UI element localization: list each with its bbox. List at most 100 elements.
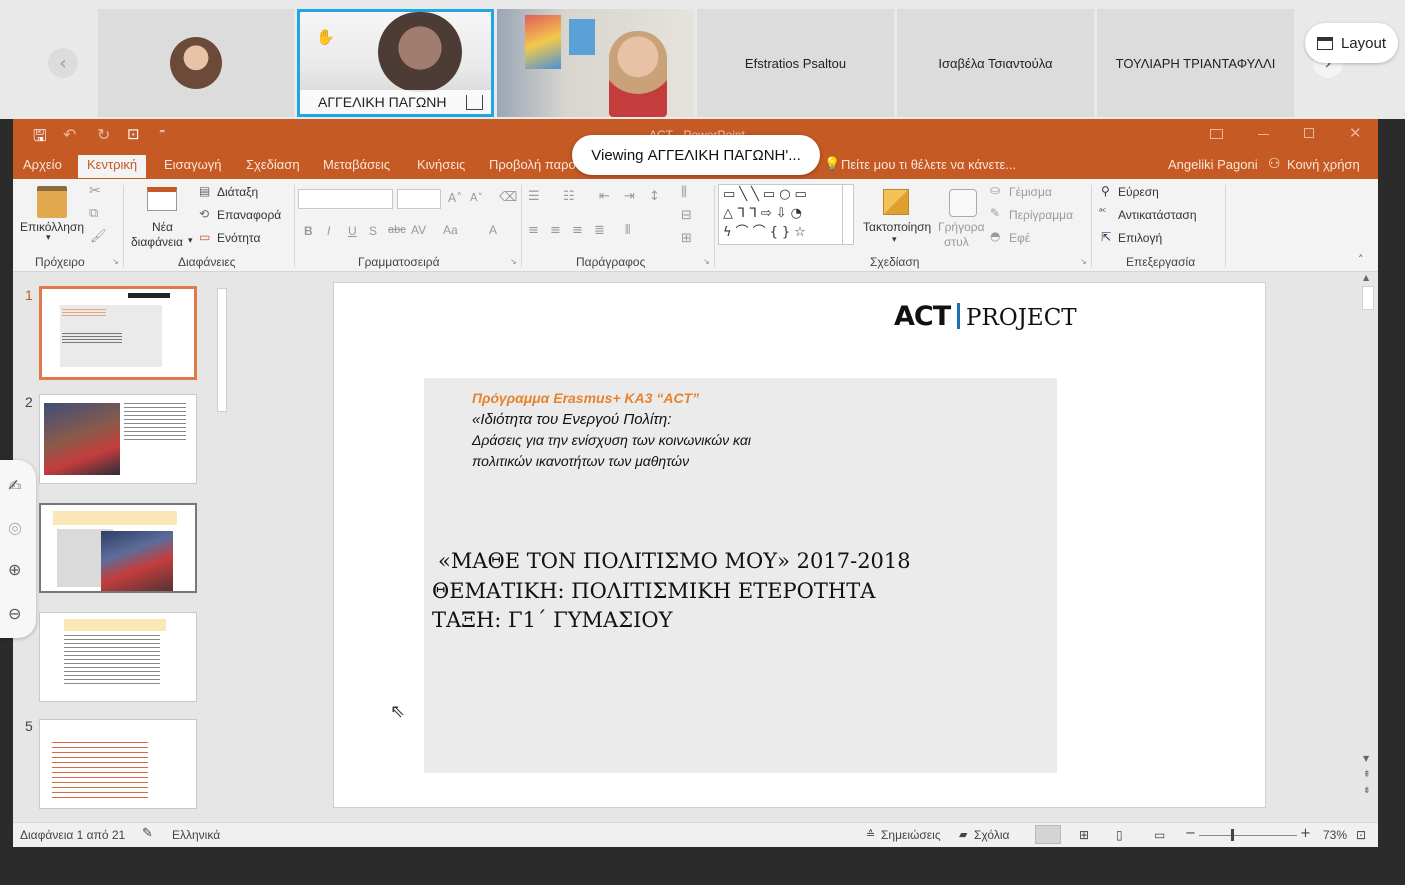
new-slide-icon[interactable] (147, 187, 177, 211)
annotate-icon[interactable]: ✍ (8, 476, 21, 495)
zoom-out-icon[interactable]: ⊖ (8, 604, 21, 623)
participant-tile-name[interactable]: Efstratios Psaltou (697, 9, 894, 117)
dialog-launcher-icon[interactable]: ↘ (510, 257, 517, 266)
redo-icon[interactable]: ↻ (97, 125, 110, 144)
zoom-slider[interactable] (1199, 829, 1297, 841)
slideshow-icon[interactable]: ▭ (1154, 828, 1165, 842)
paste-icon[interactable] (37, 186, 67, 218)
tab-insert[interactable]: Εισαγωγή (164, 157, 221, 172)
layout-button[interactable]: Διάταξη (217, 185, 258, 199)
share-icon[interactable] (466, 95, 483, 110)
participant-tile-active[interactable]: ✋ ΑΓΓΕΛΙΚΗ ΠΑΓΩΝΗ (297, 9, 494, 117)
chevron-down-icon[interactable]: ▾ (46, 233, 51, 243)
align-center-icon[interactable]: ≡ (550, 223, 561, 238)
underline-button[interactable]: U (348, 224, 357, 238)
font-size-input[interactable] (397, 189, 441, 209)
slide-thumbnail[interactable] (39, 719, 197, 809)
decrease-font-icon[interactable]: A˅ (470, 191, 483, 204)
tab-file[interactable]: Αρχείο (23, 157, 62, 172)
previous-slide-icon[interactable]: ⇞ (1363, 770, 1371, 780)
share-button[interactable]: Κοινή χρήση (1287, 157, 1360, 172)
shadow-button[interactable]: S (369, 224, 377, 238)
tab-home[interactable]: Κεντρική (78, 155, 147, 178)
chevron-down-icon[interactable]: ▾ (892, 235, 897, 245)
scroll-down-icon[interactable]: ▼ (1363, 754, 1369, 763)
shape-effects-button[interactable]: Εφέ (1009, 231, 1030, 245)
chevron-down-icon[interactable]: ▾ (188, 236, 193, 246)
font-color-button[interactable]: A (489, 223, 497, 237)
cut-icon[interactable]: ✂ (89, 183, 101, 199)
new-slide-label[interactable]: διαφάνεια (131, 235, 183, 249)
normal-view-icon[interactable] (1035, 825, 1061, 844)
zoom-level[interactable]: 73% (1323, 828, 1347, 842)
select-button[interactable]: Επιλογή (1118, 231, 1162, 245)
save-icon[interactable]: 🖫 (33, 125, 47, 152)
shapes-gallery[interactable]: ▭╲╲▭○▭ △ᒣᒣ⇨⇩◔ ϟ⌒⌒{}☆ (718, 184, 854, 245)
shapes-gallery-scroll[interactable] (842, 184, 854, 245)
next-slide-icon[interactable]: ⇟ (1363, 786, 1371, 796)
zoom-in-icon[interactable]: ⊕ (8, 560, 21, 579)
participant-tile-name[interactable]: Ισαβέλα Τσιαντούλα (897, 9, 1094, 117)
shape-outline-button[interactable]: Περίγραμμα (1009, 208, 1073, 222)
layout-button[interactable]: Layout (1305, 23, 1398, 63)
slide-content-box[interactable]: Πρόγραμμα Erasmus+ ΚΑ3 “ACT” «Ιδιότητα τ… (424, 378, 1057, 773)
numbering-icon[interactable]: ☷ (563, 189, 575, 204)
columns-icon[interactable]: ⫴ (625, 223, 630, 238)
scroll-thumb[interactable] (1362, 286, 1374, 310)
start-from-beginning-icon[interactable]: ⊡ (127, 125, 140, 143)
text-direction-icon[interactable]: ⫼ (681, 185, 687, 200)
thumbnails-scrollbar[interactable] (214, 272, 230, 822)
participant-tile-video[interactable] (497, 9, 694, 117)
line-spacing-icon[interactable]: ↕ (649, 189, 660, 204)
reset-button[interactable]: Επαναφορά (217, 208, 281, 222)
collapse-ribbon-icon[interactable]: ˄ (1358, 253, 1364, 266)
justify-icon[interactable]: ≣ (594, 223, 605, 238)
user-name[interactable]: Angeliki Pagoni (1168, 157, 1258, 172)
current-slide[interactable]: ACT PROJECT Πρόγραμμα Erasmus+ ΚΑ3 “ACT”… (333, 282, 1266, 808)
new-slide-label[interactable]: Νέα (152, 220, 173, 234)
section-button[interactable]: Ενότητα (217, 231, 260, 245)
align-right-icon[interactable]: ≡ (572, 223, 583, 238)
copy-icon[interactable]: ⧉ (89, 206, 98, 221)
quick-styles-label[interactable]: Γρήγορα (938, 220, 985, 234)
viewing-share-pill[interactable]: Viewing ΑΓΓΕΛΙΚΗ ΠΑΓΩΝΗ'... (572, 135, 820, 175)
slide-thumbnail[interactable] (39, 394, 197, 484)
participant-tile-name[interactable]: ΤΟΥΛΙΑΡΗ ΤΡΙΑΝΤΑΦΥΛΛΙ (1097, 9, 1294, 117)
replace-button[interactable]: Αντικατάσταση (1118, 208, 1197, 222)
find-button[interactable]: Εύρεση (1118, 185, 1159, 199)
undo-icon[interactable]: ↶ (63, 125, 76, 144)
dialog-launcher-icon[interactable]: ↘ (703, 257, 710, 266)
participant-tile-avatar[interactable] (98, 9, 294, 117)
quick-styles-icon[interactable] (949, 189, 977, 217)
shape-fill-button[interactable]: Γέμισμα (1009, 185, 1052, 199)
ribbon-display-options-icon[interactable] (1210, 129, 1223, 139)
editor-scrollbar[interactable]: ▲ ▼ ⇞ ⇟ (1360, 272, 1376, 822)
previous-page-button[interactable]: ‹ (48, 48, 78, 78)
quick-styles-label[interactable]: στυλ (944, 235, 969, 249)
character-spacing-button[interactable]: AV (411, 223, 426, 237)
dialog-launcher-icon[interactable]: ↘ (112, 257, 119, 266)
format-painter-icon[interactable]: 🖌 (90, 229, 107, 244)
bold-button[interactable]: B (304, 224, 313, 238)
zoom-out-icon[interactable]: − (1185, 826, 1196, 841)
paste-button[interactable]: Επικόλληση (20, 220, 84, 234)
minimize-icon[interactable] (1258, 134, 1269, 135)
dialog-launcher-icon[interactable]: ↘ (1080, 257, 1087, 266)
close-icon[interactable]: ✕ (1349, 124, 1362, 142)
language-indicator[interactable]: Ελληνικά (172, 828, 220, 842)
scroll-thumb[interactable] (217, 288, 227, 412)
decrease-indent-icon[interactable]: ⇤ (599, 189, 610, 204)
slide-thumbnail[interactable] (39, 503, 197, 593)
tab-slide-show[interactable]: Προβολή παρουσίασης (489, 157, 575, 172)
bullets-icon[interactable]: ☰ (528, 189, 540, 204)
arrange-button[interactable]: Τακτοποίηση (863, 220, 931, 234)
slide-thumbnail[interactable] (39, 286, 197, 380)
tab-animations[interactable]: Κινήσεις (417, 157, 465, 172)
spelling-icon[interactable]: ✎ (142, 826, 153, 841)
reading-view-icon[interactable]: ▯ (1116, 828, 1123, 842)
italic-button[interactable]: I (327, 224, 330, 238)
notes-button[interactable]: Σημειώσεις (881, 828, 941, 842)
arrange-icon[interactable] (883, 189, 909, 215)
restore-icon[interactable] (1304, 128, 1314, 138)
align-text-icon[interactable]: ⊟ (681, 208, 692, 223)
